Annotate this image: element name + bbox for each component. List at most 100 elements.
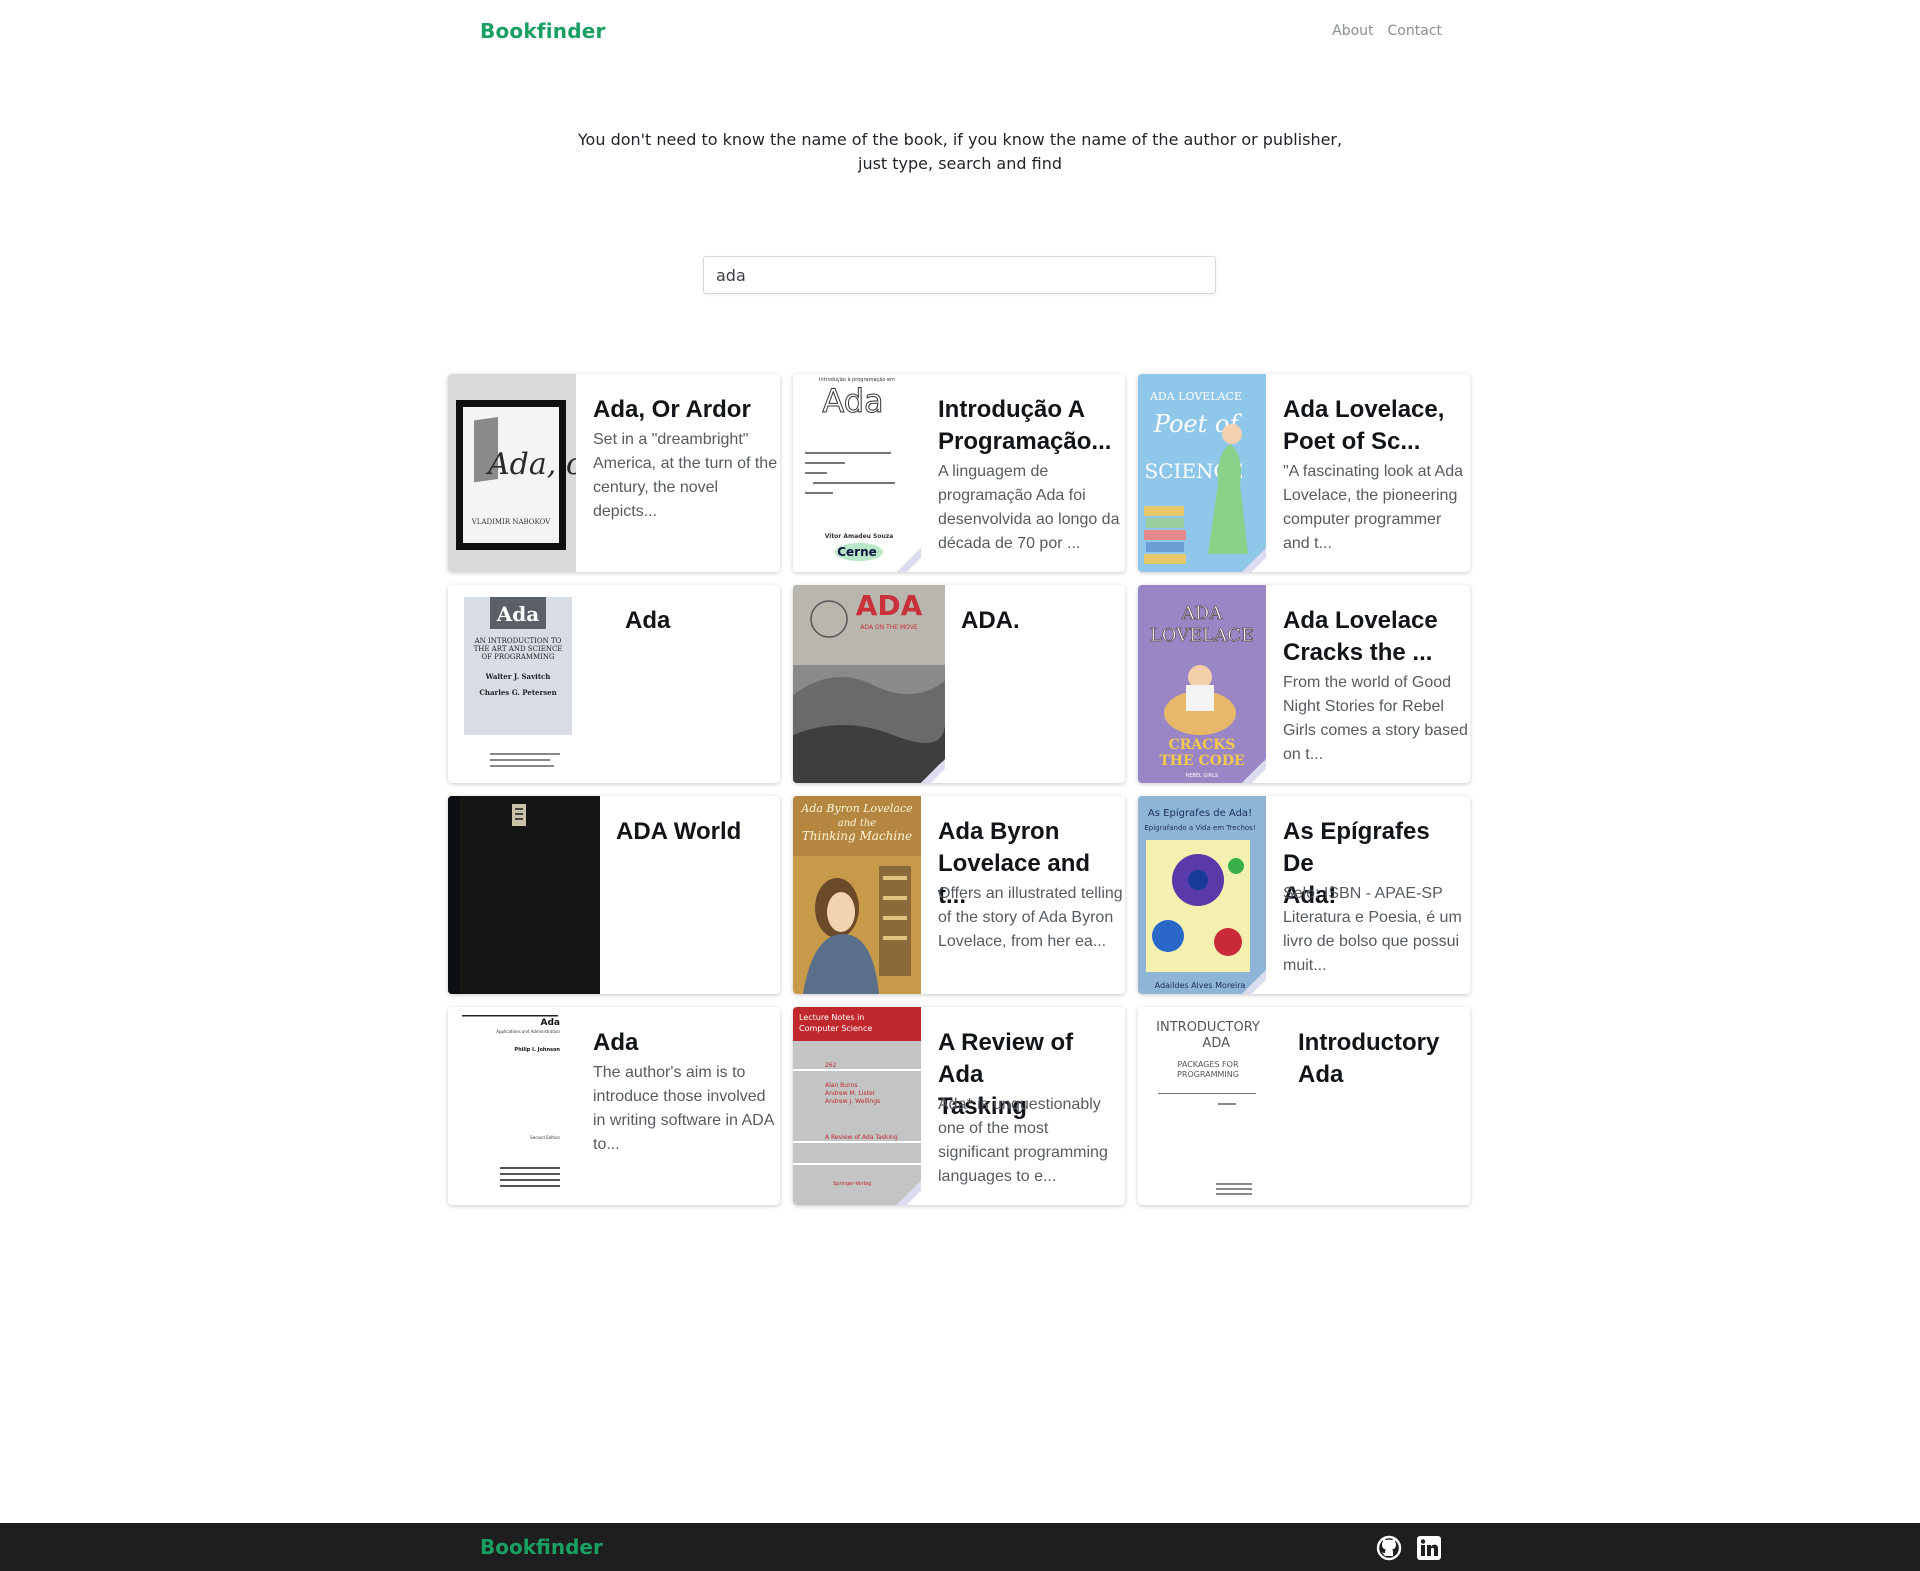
page-curl xyxy=(921,759,945,783)
desc-line: computer programmer xyxy=(1283,511,1442,528)
cover-author: Andrew M. Lister xyxy=(825,1090,876,1097)
desc-line: Offers an illustrated telling xyxy=(938,885,1123,902)
book-title-line-1: Ada, Or Ardor xyxy=(593,396,751,423)
desc-line: Lovelace, from her ea... xyxy=(938,933,1107,950)
top-nav: About Contact xyxy=(1332,23,1442,39)
book-cover-image: Ada, or VLADIMIR NABOKOV xyxy=(448,374,576,572)
desc-line: The author's aim is to xyxy=(593,1064,746,1081)
book-title: Ada xyxy=(593,1027,774,1059)
cover-title: INTRODUCTORY xyxy=(1156,1020,1260,1035)
book-title-line-1: Ada xyxy=(593,1029,639,1056)
book-title-line-1: Ada xyxy=(625,607,671,634)
cover-subtitle: Epigrafando a Vida em Trechos! xyxy=(1144,824,1255,832)
page-curl xyxy=(1242,548,1266,572)
book-cover-image: Ada AN INTRODUCTION TO THE ART AND SCIEN… xyxy=(448,585,608,783)
book-title-line-1: A Review of Ada xyxy=(938,1029,1074,1088)
search-input[interactable] xyxy=(703,256,1216,294)
page-curl xyxy=(897,548,921,572)
book-title-line-1: Introdução A xyxy=(938,396,1086,423)
cover-author: Walter J. Savitch xyxy=(485,672,551,681)
book-title: ADA World xyxy=(616,816,774,848)
desc-line: Lovelace, the pioneering xyxy=(1283,487,1458,504)
book-card[interactable]: Introdução à programação em Ada Vitor Am… xyxy=(793,374,1125,572)
book-cover: ADA ADA ON THE MOVE xyxy=(793,585,945,783)
cover-series: Lecture Notes in xyxy=(799,1013,864,1022)
book-cover: Introdução à programação em Ada Vitor Am… xyxy=(793,374,921,572)
book-cover: As Epígrafes de Ada! Epigrafando a Vida … xyxy=(1138,796,1266,994)
book-title: Ada, Or Ardor xyxy=(593,394,774,426)
desc-line: and t... xyxy=(1283,535,1332,552)
book-card[interactable]: Lecture Notes in Computer Science 262 Al… xyxy=(793,1007,1125,1205)
desc-line: depicts... xyxy=(593,503,658,520)
github-icon[interactable] xyxy=(1375,1534,1403,1562)
book-card[interactable]: ADA LOVELACE CRACKS THE CODE REBEL GIRLS… xyxy=(1138,585,1470,783)
book-title-line-2: Programação... xyxy=(938,428,1112,455)
linkedin-icon[interactable] xyxy=(1415,1534,1443,1562)
book-cover: Lecture Notes in Computer Science 262 Al… xyxy=(793,1007,921,1205)
book-cover-image: Ada Byron Lovelace and the Thinking Mach… xyxy=(793,796,921,994)
book-cover-image: ADA LOVELACE Poet of SCIENCE xyxy=(1138,374,1266,572)
results-grid: Ada, or VLADIMIR NABOKOV Ada, Or Ardor S… xyxy=(448,374,1472,1205)
cover-title: Ada xyxy=(496,602,540,626)
book-cover: ADA LOVELACE CRACKS THE CODE REBEL GIRLS xyxy=(1138,585,1266,783)
desc-line: "A fascinating look at Ada xyxy=(1283,463,1464,480)
book-card[interactable]: Ada Byron Lovelace and the Thinking Mach… xyxy=(793,796,1125,994)
desc-line: década de 70 por ... xyxy=(938,535,1081,552)
book-cover-image: Lecture Notes in Computer Science 262 Al… xyxy=(793,1007,921,1205)
cover-title-2: LOVELACE xyxy=(1150,625,1254,646)
book-cover xyxy=(448,796,600,994)
book-cover-image: Ada Applications and Administration Phil… xyxy=(448,1007,576,1205)
cover-publisher: REBEL GIRLS xyxy=(1186,773,1218,779)
desc-line: From the world of Good xyxy=(1283,674,1452,691)
book-card[interactable]: Ada AN INTRODUCTION TO THE ART AND SCIEN… xyxy=(448,585,780,783)
book-description: Offers an illustrated telling of the sto… xyxy=(938,882,1123,954)
book-title: Ada xyxy=(625,605,774,637)
book-title-line-2: Poet of Sc... xyxy=(1283,428,1421,455)
book-title-line-2: Ada xyxy=(1298,1061,1344,1088)
book-card[interactable]: Ada, or VLADIMIR NABOKOV Ada, Or Ardor S… xyxy=(448,374,780,572)
book-cover-image: ADA LOVELACE CRACKS THE CODE REBEL GIRLS xyxy=(1138,585,1266,783)
desc-line: desenvolvida ao longo da xyxy=(938,511,1120,528)
footer-logo[interactable]: Bookfinder xyxy=(480,1535,603,1559)
logo[interactable]: Bookfinder xyxy=(480,19,606,43)
book-card[interactable]: ADA World xyxy=(448,796,780,994)
cover-line: AN INTRODUCTION TO xyxy=(474,637,562,645)
cover-publisher: Springer-Verlag xyxy=(833,1181,871,1187)
cover-title: Ada xyxy=(541,1018,560,1028)
cover-author: VLADIMIR NABOKOV xyxy=(471,518,551,526)
cover-author: Adaildes Alves Moreira xyxy=(1155,981,1246,990)
desc-line: A linguagem de xyxy=(938,463,1049,480)
book-title: Introductory Ada xyxy=(1298,1027,1464,1091)
book-description: A linguagem de programação Ada foi desen… xyxy=(938,460,1123,556)
social-links xyxy=(1375,1534,1443,1562)
book-description: Set in a "dreambright" America, at the t… xyxy=(593,428,778,524)
cover-volume: 262 xyxy=(825,1062,837,1069)
book-description: From the world of Good Night Stories for… xyxy=(1283,671,1468,767)
desc-line: to... xyxy=(593,1136,620,1153)
cover-author: Alan Burns xyxy=(825,1082,857,1089)
book-title: Ada Lovelace, Poet of Sc... xyxy=(1283,394,1464,458)
cover-author: Andrew J. Wellings xyxy=(825,1098,880,1105)
cover-author: Charles G. Petersen xyxy=(479,688,556,697)
book-card[interactable]: ADA ADA ON THE MOVE ADA. xyxy=(793,585,1125,783)
nav-contact-link[interactable]: Contact xyxy=(1388,23,1442,39)
book-cover: Ada, or VLADIMIR NABOKOV xyxy=(448,374,576,572)
desc-line: Girls comes a story based xyxy=(1283,722,1468,739)
book-title: Ada Lovelace Cracks the ... xyxy=(1283,605,1464,669)
cover-line: OF PROGRAMMING xyxy=(481,653,555,661)
book-card[interactable]: INTRODUCTORY ADA PACKAGES FOR PROGRAMMIN… xyxy=(1138,1007,1470,1205)
page-curl xyxy=(1242,970,1266,994)
book-card[interactable]: ADA LOVELACE Poet of SCIENCE Ada Lovelac… xyxy=(1138,374,1470,572)
nav-about-link[interactable]: About xyxy=(1332,23,1373,39)
cover-author: Philip I. Johnson xyxy=(514,1047,560,1053)
desc-line: muit... xyxy=(1283,957,1327,974)
cover-edition: Second Edition xyxy=(530,1135,560,1140)
book-cover: Ada Byron Lovelace and the Thinking Mach… xyxy=(793,796,921,994)
desc-line: Ada* is unquestionably xyxy=(938,1096,1101,1113)
book-title-line-2: Cracks the ... xyxy=(1283,639,1433,666)
book-title: ADA. xyxy=(961,605,1119,637)
book-card[interactable]: Ada Applications and Administration Phil… xyxy=(448,1007,780,1205)
book-cover-image xyxy=(448,796,600,994)
book-card[interactable]: As Epígrafes de Ada! Epigrafando a Vida … xyxy=(1138,796,1470,994)
book-title-line-1: Introductory xyxy=(1298,1029,1440,1056)
